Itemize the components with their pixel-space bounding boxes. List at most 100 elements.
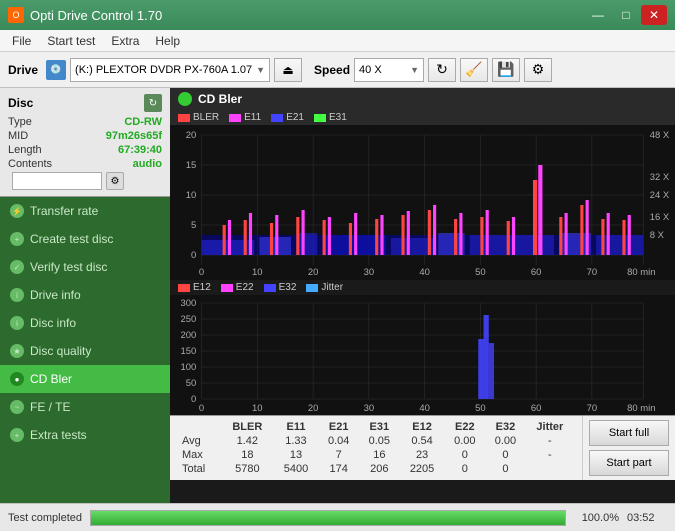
disc-label-input[interactable]: [12, 172, 102, 190]
drive-selector[interactable]: (K:) PLEXTOR DVDR PX-760A 1.07 ▼: [70, 58, 270, 82]
action-buttons: Start full Start part: [582, 416, 675, 480]
svg-text:200: 200: [181, 330, 197, 340]
table-row-total: Total 5780 5400 174 206 2205 0 0: [178, 462, 574, 476]
start-part-button[interactable]: Start part: [589, 450, 669, 476]
svg-text:80 min: 80 min: [627, 267, 655, 277]
refresh-button[interactable]: ↻: [428, 58, 456, 82]
svg-text:100: 100: [181, 362, 197, 372]
svg-text:24 X: 24 X: [650, 190, 669, 200]
svg-text:16 X: 16 X: [650, 212, 669, 222]
eject-button[interactable]: ⏏: [274, 58, 302, 82]
svg-text:0: 0: [191, 394, 196, 404]
legend-e21: E21: [271, 112, 304, 123]
chart-top-legend: BLER E11 E21 E31: [170, 110, 675, 125]
svg-text:48 X: 48 X: [650, 130, 669, 140]
drive-info-icon: i: [10, 288, 24, 302]
speed-selector[interactable]: 40 X ▼: [354, 58, 424, 82]
col-header-jitter: Jitter: [526, 420, 574, 434]
svg-text:10: 10: [252, 403, 263, 413]
status-text: Test completed: [8, 512, 82, 524]
maximize-button[interactable]: □: [613, 5, 639, 25]
svg-text:80 min: 80 min: [627, 403, 655, 413]
svg-text:50: 50: [475, 403, 486, 413]
legend-color-bler: [178, 114, 190, 122]
drive-combo-arrow: ▼: [256, 65, 265, 75]
legend-e22: E22: [221, 282, 254, 293]
options-button[interactable]: ⚙: [524, 58, 552, 82]
menu-help[interactable]: Help: [147, 32, 188, 50]
disc-settings-button[interactable]: ⚙: [106, 172, 124, 190]
svg-text:40: 40: [419, 267, 430, 277]
svg-text:150: 150: [181, 346, 197, 356]
sidebar-item-transfer-rate[interactable]: ⚡ Transfer rate: [0, 197, 170, 225]
content-area: CD Bler BLER E11 E21 E31: [170, 88, 675, 531]
legend-e32: E32: [264, 282, 297, 293]
elapsed-time: 03:52: [627, 512, 667, 524]
minimize-button[interactable]: —: [585, 5, 611, 25]
sidebar-item-create-test-disc[interactable]: + Create test disc: [0, 225, 170, 253]
svg-text:70: 70: [587, 267, 598, 277]
svg-text:10: 10: [252, 267, 263, 277]
chart-bottom-legend: E12 E22 E32 Jitter: [170, 280, 675, 295]
sidebar-item-fe-te[interactable]: ~ FE / TE: [0, 393, 170, 421]
svg-text:10: 10: [186, 190, 197, 200]
sidebar-item-extra-tests[interactable]: + Extra tests: [0, 421, 170, 449]
svg-text:300: 300: [181, 298, 197, 308]
table-row-avg: Avg 1.42 1.33 0.04 0.05 0.54 0.00 0.00 -: [178, 434, 574, 448]
sidebar-item-disc-quality[interactable]: ★ Disc quality: [0, 337, 170, 365]
drive-label: Drive: [8, 63, 38, 77]
top-chart-svg: 20 15 10 5 0 48 X 32 X 24 X 16 X 8 X 0 1…: [170, 125, 675, 280]
legend-color-e32: [264, 284, 276, 292]
close-button[interactable]: ✕: [641, 5, 667, 25]
progress-bar-container: [90, 510, 566, 526]
col-header-e21: E21: [318, 420, 359, 434]
col-header-label: [178, 420, 221, 434]
col-header-bler: BLER: [221, 420, 273, 434]
disc-contents-row: Contents audio: [8, 158, 162, 170]
disc-label-row: ⚙: [8, 172, 162, 190]
col-header-e12: E12: [400, 420, 445, 434]
legend-jitter: Jitter: [306, 282, 343, 293]
col-header-e11: E11: [274, 420, 319, 434]
data-table: BLER E11 E21 E31 E12 E22 E32 Jitter Avg: [178, 420, 574, 476]
sidebar-item-disc-info[interactable]: i Disc info: [0, 309, 170, 337]
legend-color-jitter: [306, 284, 318, 292]
disc-refresh-button[interactable]: ↻: [144, 94, 162, 112]
sidebar-item-drive-info[interactable]: i Drive info: [0, 281, 170, 309]
save-button[interactable]: 💾: [492, 58, 520, 82]
disc-quality-icon: ★: [10, 344, 24, 358]
svg-text:30: 30: [364, 403, 375, 413]
svg-text:250: 250: [181, 314, 197, 324]
svg-text:0: 0: [191, 250, 196, 260]
svg-text:20: 20: [186, 130, 197, 140]
chart-title-icon: [178, 92, 192, 106]
legend-e12: E12: [178, 282, 211, 293]
speed-value: 40 X: [359, 64, 382, 76]
svg-text:15: 15: [186, 160, 197, 170]
menu-file[interactable]: File: [4, 32, 39, 50]
transfer-rate-icon: ⚡: [10, 204, 24, 218]
svg-text:70: 70: [587, 403, 598, 413]
svg-text:0: 0: [199, 403, 204, 413]
svg-text:30: 30: [364, 267, 375, 277]
disc-title: Disc: [8, 96, 33, 110]
verify-test-disc-icon: ✓: [10, 260, 24, 274]
svg-text:50: 50: [186, 378, 197, 388]
sidebar: Disc ↻ Type CD-RW MID 97m26s65f Length 6…: [0, 88, 170, 531]
disc-type-row: Type CD-RW: [8, 116, 162, 128]
drive-icon: 💿: [46, 60, 66, 80]
svg-text:0: 0: [199, 267, 204, 277]
sidebar-item-cd-bler[interactable]: ● CD Bler: [0, 365, 170, 393]
app-icon: O: [8, 7, 24, 23]
start-full-button[interactable]: Start full: [589, 420, 669, 446]
menu-extra[interactable]: Extra: [103, 32, 147, 50]
window-title: Opti Drive Control 1.70: [30, 8, 162, 23]
menu-start-test[interactable]: Start test: [39, 32, 103, 50]
legend-color-e31: [314, 114, 326, 122]
col-header-e32: E32: [485, 420, 526, 434]
fe-te-icon: ~: [10, 400, 24, 414]
svg-text:60: 60: [531, 267, 542, 277]
erase-button[interactable]: 🧹: [460, 58, 488, 82]
speed-combo-arrow: ▼: [410, 65, 419, 75]
sidebar-item-verify-test-disc[interactable]: ✓ Verify test disc: [0, 253, 170, 281]
